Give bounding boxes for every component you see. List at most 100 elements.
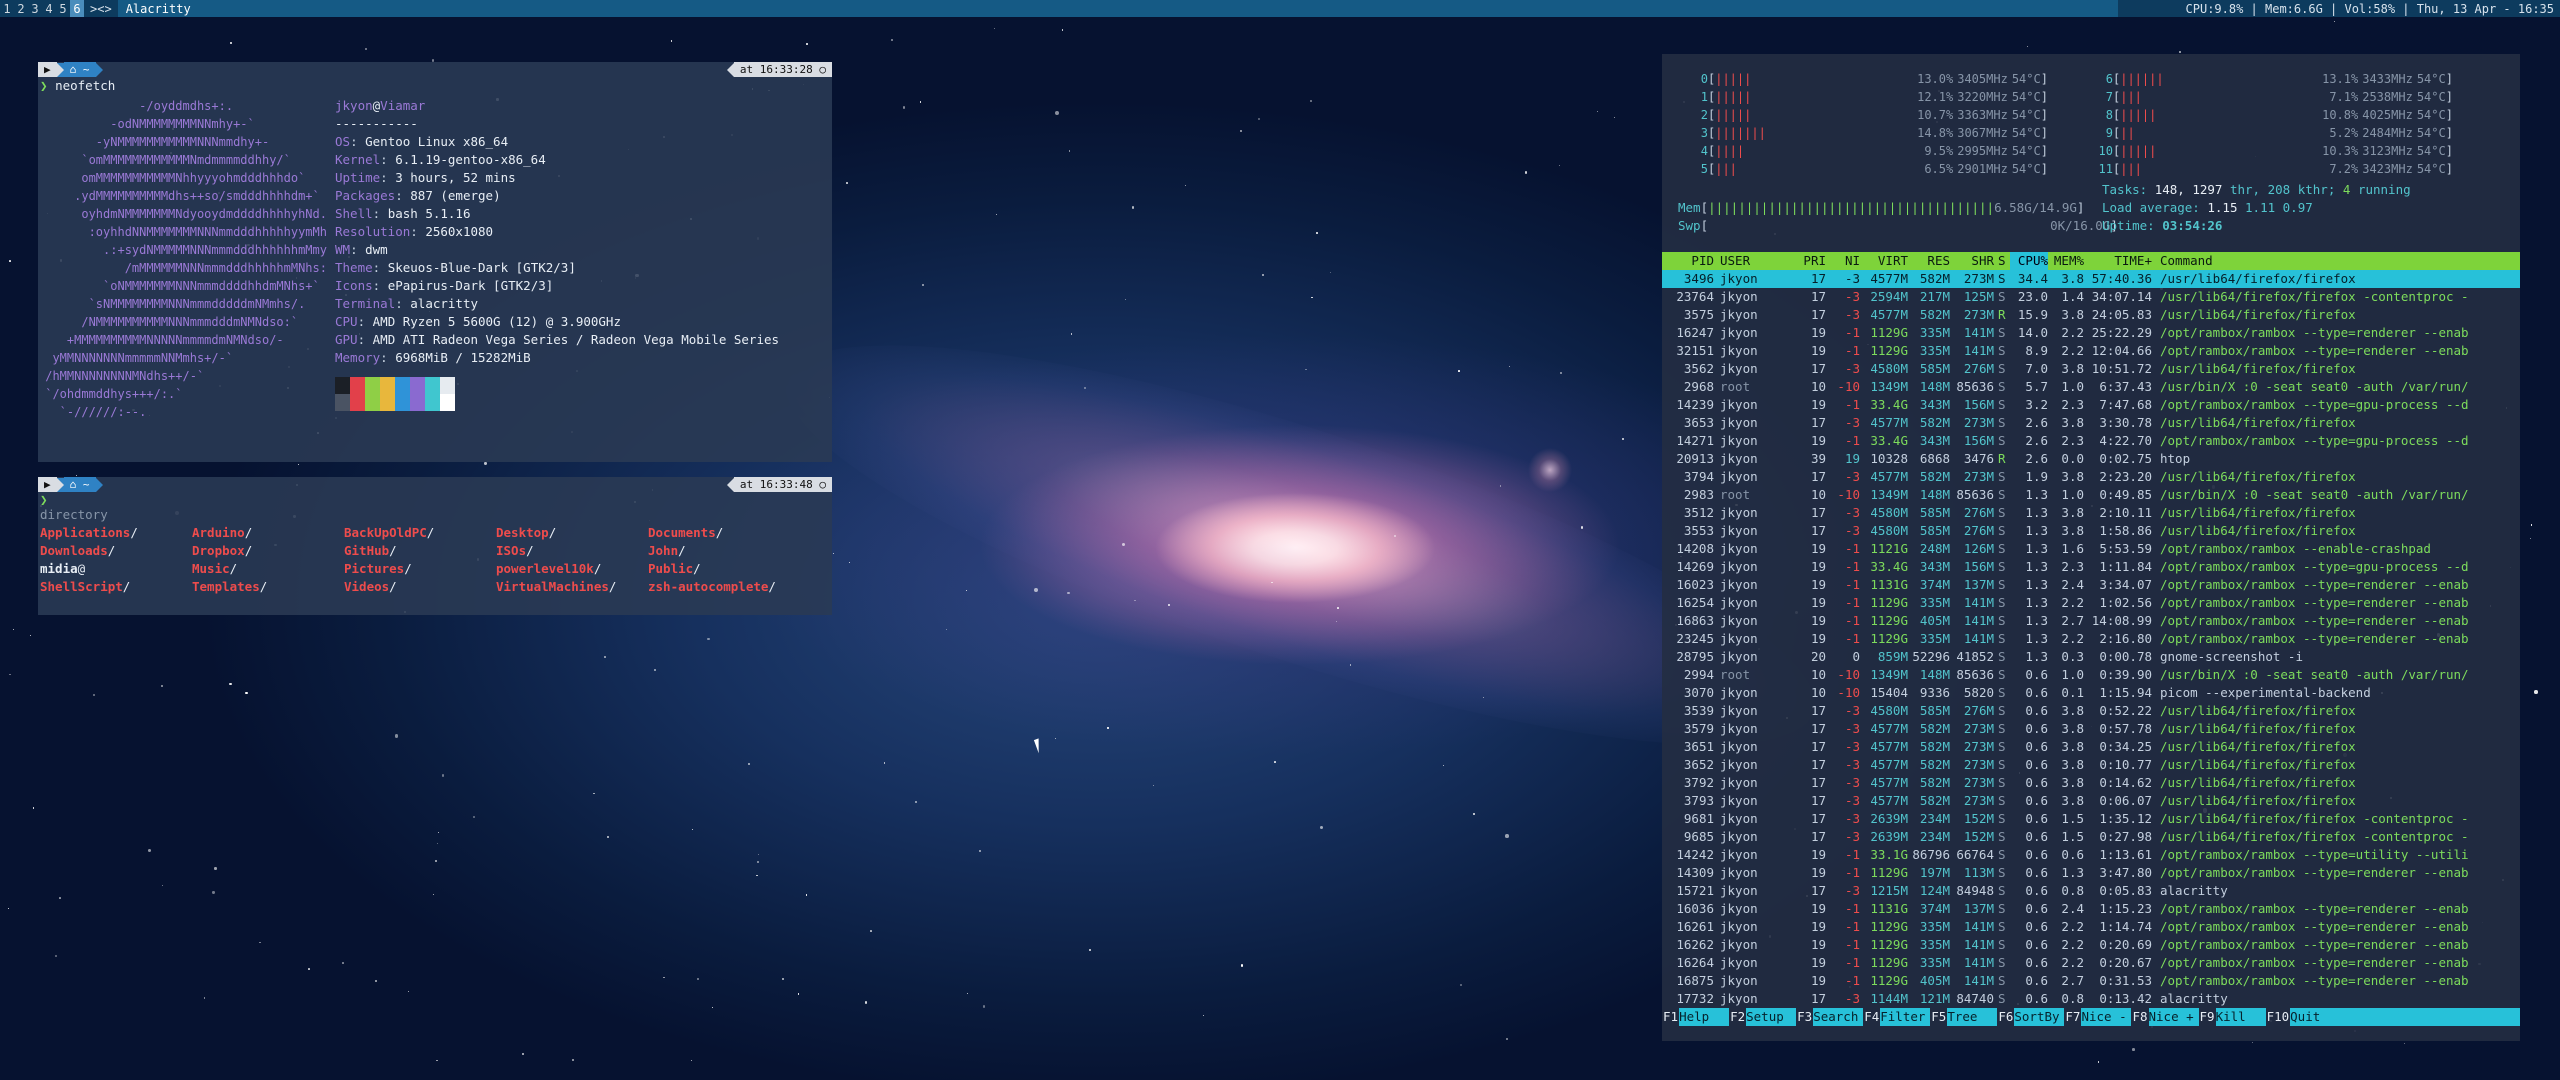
directory-entry[interactable]: ISOs/ [496, 542, 648, 560]
info-key: Packages [335, 188, 396, 203]
process-row[interactable]: 14309 jkyon 19 -1 1129G 197M 113M S 0.6 1.3 3:47.8… [1662, 864, 2520, 882]
process-row[interactable]: 20913 jkyon 39 19 10328 6868 3476 R 2.6 0.0 0:02.7… [1662, 450, 2520, 468]
fkey-action-tree[interactable]: Tree [1947, 1008, 1998, 1026]
process-row[interactable]: 16264 jkyon 19 -1 1129G 335M 141M S 0.6 2.2 0:20.6… [1662, 954, 2520, 972]
directory-entry[interactable]: Applications/ [40, 524, 192, 542]
directory-entry[interactable]: powerlevel10k/ [496, 560, 648, 578]
process-row[interactable]: 2983 root 10 -10 1349M 148M 85636 S 1.3 1.0 0:49.8… [1662, 486, 2520, 504]
info-key: GPU [335, 332, 358, 347]
fkey-action-help[interactable]: Help [1679, 1008, 1730, 1026]
directory-entry[interactable]: Templates/ [192, 578, 344, 596]
process-row[interactable]: 3794 jkyon 17 -3 4577M 582M 273M S 1.9 3.8 2:23.20… [1662, 468, 2520, 486]
workspace-tag-6[interactable]: 6 [70, 0, 84, 17]
column-mem-[interactable]: MEM% [2048, 252, 2084, 270]
column-s[interactable]: S [1998, 252, 2010, 270]
fkey-action-setup[interactable]: Setup [1746, 1008, 1797, 1026]
process-table-header[interactable]: PID USER PRI NI VIRT RES SHR S CPU% MEM% TIME+ Comm… [1662, 252, 2520, 270]
column-cpu-[interactable]: CPU% [2010, 252, 2048, 270]
column-shr[interactable]: SHR [1950, 252, 1994, 270]
process-row[interactable]: 14239 jkyon 19 -1 33.4G 343M 156M S 3.2 2.3 7:47.6… [1662, 396, 2520, 414]
column-pri[interactable]: PRI [1790, 252, 1826, 270]
terminal-neofetch[interactable]: ▶ ⌂ ~ at 16:33:28 ○ ❯ neofetch -/oyddmdh… [38, 62, 832, 462]
layout-indicator[interactable]: ><> [84, 1, 118, 16]
fkey-action-quit[interactable]: Quit [2290, 1008, 2520, 1026]
directory-entry[interactable]: VirtualMachines/ [496, 578, 648, 596]
process-row[interactable]: 16863 jkyon 19 -1 1129G 405M 141M S 1.3 2.7 14:08.… [1662, 612, 2520, 630]
fkey-action-search[interactable]: Search [1813, 1008, 1864, 1026]
column-time-[interactable]: TIME+ [2084, 252, 2152, 270]
process-row[interactable]: 16023 jkyon 19 -1 1131G 374M 137M S 1.3 2.4 3:34.0… [1662, 576, 2520, 594]
directory-entry[interactable]: midia@ [40, 560, 192, 578]
workspace-tag-1[interactable]: 1 [0, 0, 14, 17]
column-ni[interactable]: NI [1826, 252, 1860, 270]
process-row[interactable]: 3553 jkyon 17 -3 4580M 585M 276M S 1.3 3.8 1:58.86… [1662, 522, 2520, 540]
directory-entry[interactable]: Public/ [648, 560, 808, 578]
directory-entry[interactable]: BackUpOldPC/ [344, 524, 496, 542]
process-row[interactable]: 23764 jkyon 17 -3 2594M 217M 125M S 23.0 1.4 34:07… [1662, 288, 2520, 306]
process-row[interactable]: 9685 jkyon 17 -3 2639M 234M 152M S 0.6 1.5 0:27.98… [1662, 828, 2520, 846]
process-row[interactable]: 14269 jkyon 19 -1 33.4G 343M 156M S 1.3 2.3 1:11.8… [1662, 558, 2520, 576]
process-row[interactable]: 3793 jkyon 17 -3 4577M 582M 273M S 0.6 3.8 0:06.07… [1662, 792, 2520, 810]
workspace-tag-2[interactable]: 2 [14, 0, 28, 17]
directory-entry[interactable]: Dropbox/ [192, 542, 344, 560]
fkey-action-nice[interactable]: Nice + [2148, 1008, 2199, 1026]
process-row[interactable]: 9681 jkyon 17 -3 2639M 234M 152M S 0.6 1.5 1:35.12… [1662, 810, 2520, 828]
terminal-directory[interactable]: ▶ ⌂ ~ at 16:33:48 ○ ❯ directory Applicat… [38, 477, 832, 615]
htop-window[interactable]: 0[||||| 13.0% 3405MHz 54°C] 1[||||| 12.1% 3220… [1662, 54, 2520, 1041]
process-row[interactable]: 14208 jkyon 19 -1 1121G 248M 126M S 1.3 1.6 5:53.5… [1662, 540, 2520, 558]
process-row[interactable]: 3512 jkyon 17 -3 4580M 585M 276M S 1.3 3.8 2:10.11… [1662, 504, 2520, 522]
directory-entry[interactable]: ShellScript/ [40, 578, 192, 596]
neofetch-info-row: Uptime: 3 hours, 52 mins [335, 170, 516, 185]
process-row[interactable]: 3792 jkyon 17 -3 4577M 582M 273M S 0.6 3.8 0:14.62… [1662, 774, 2520, 792]
directory-entry[interactable]: Music/ [192, 560, 344, 578]
column-virt[interactable]: VIRT [1860, 252, 1908, 270]
column-command[interactable]: Command [2160, 252, 2520, 270]
process-row[interactable]: 2994 root 10 -10 1349M 148M 85636 S 0.6 1.0 0:39.9… [1662, 666, 2520, 684]
process-row[interactable]: 28795 jkyon 20 0 859M 52296 41852 S 1.3 0.3 0:00.7… [1662, 648, 2520, 666]
process-row[interactable]: 3496 jkyon 17 -3 4577M 582M 273M S 34.4 3.8 57:40.… [1662, 270, 2520, 288]
fkey-action-kill[interactable]: Kill [2215, 1008, 2266, 1026]
workspace-tag-5[interactable]: 5 [56, 0, 70, 17]
process-row[interactable]: 16875 jkyon 19 -1 1129G 405M 141M S 0.6 2.7 0:31.5… [1662, 972, 2520, 990]
column-user[interactable]: USER [1720, 252, 1790, 270]
directory-entry[interactable]: Downloads/ [40, 542, 192, 560]
directory-entry[interactable]: Pictures/ [344, 560, 496, 578]
process-row[interactable]: 14271 jkyon 19 -1 33.4G 343M 156M S 2.6 2.3 4:22.7… [1662, 432, 2520, 450]
process-row[interactable]: 3653 jkyon 17 -3 4577M 582M 273M S 2.6 3.8 3:30.78… [1662, 414, 2520, 432]
process-row[interactable]: 3651 jkyon 17 -3 4577M 582M 273M S 0.6 3.8 0:34.25… [1662, 738, 2520, 756]
cell-pri: 19 [1810, 613, 1826, 628]
directory-entry[interactable]: GitHub/ [344, 542, 496, 560]
process-row[interactable]: 3070 jkyon 10 -10 15404 9336 5820 S 0.6 0.1 1:15.9… [1662, 684, 2520, 702]
column-res[interactable]: RES [1908, 252, 1950, 270]
process-row[interactable]: 3539 jkyon 17 -3 4580M 585M 276M S 0.6 3.8 0:52.22… [1662, 702, 2520, 720]
directory-entry[interactable]: Desktop/ [496, 524, 648, 542]
process-row[interactable]: 17732 jkyon 17 -3 1144M 121M 84740 S 0.6 0.8 0:13.… [1662, 990, 2520, 1008]
process-row[interactable]: 32151 jkyon 19 -1 1129G 335M 141M S 8.9 2.2 12:04.… [1662, 342, 2520, 360]
process-row[interactable]: 3579 jkyon 17 -3 4577M 582M 273M S 0.6 3.8 0:57.78… [1662, 720, 2520, 738]
directory-entry[interactable]: Documents/ [648, 524, 808, 542]
fkey-action-nice[interactable]: Nice - [2081, 1008, 2132, 1026]
process-row[interactable]: 16262 jkyon 19 -1 1129G 335M 141M S 0.6 2.2 0:20.6… [1662, 936, 2520, 954]
workspace-tag-4[interactable]: 4 [42, 0, 56, 17]
workspace-tag-3[interactable]: 3 [28, 0, 42, 17]
process-table[interactable]: 3496 jkyon 17 -3 4577M 582M 273M S 34.4 3.8 57:40.… [1662, 270, 2520, 1008]
process-row[interactable]: 16036 jkyon 19 -1 1131G 374M 137M S 0.6 2.4 1:15.2… [1662, 900, 2520, 918]
process-row[interactable]: 3652 jkyon 17 -3 4577M 582M 273M S 0.6 3.8 0:10.77… [1662, 756, 2520, 774]
process-row[interactable]: 3575 jkyon 17 -3 4577M 582M 273M R 15.9 3.8 24:05.… [1662, 306, 2520, 324]
directory-entry[interactable]: Videos/ [344, 578, 496, 596]
process-row[interactable]: 14242 jkyon 19 -1 33.1G 86796 66764 S 0.6 0.6 1:13… [1662, 846, 2520, 864]
directory-entry[interactable]: John/ [648, 542, 808, 560]
fkey-action-filter[interactable]: Filter [1880, 1008, 1931, 1026]
process-row[interactable]: 16254 jkyon 19 -1 1129G 335M 141M S 1.3 2.2 1:02.5… [1662, 594, 2520, 612]
process-row[interactable]: 3562 jkyon 17 -3 4580M 585M 276M S 7.0 3.8 10:51.7… [1662, 360, 2520, 378]
process-row[interactable]: 23245 jkyon 19 -1 1129G 335M 141M S 1.3 2.2 2:16.8… [1662, 630, 2520, 648]
process-row[interactable]: 16247 jkyon 19 -1 1129G 335M 141M S 14.0 2.2 25:22… [1662, 324, 2520, 342]
directory-entry[interactable]: Arduino/ [192, 524, 344, 542]
fkey-action-sortby[interactable]: SortBy [2014, 1008, 2065, 1026]
directory-entry[interactable]: zsh-autocomplete/ [648, 578, 808, 596]
process-row[interactable]: 15721 jkyon 17 -3 1215M 124M 84948 S 0.6 0.8 0:05.… [1662, 882, 2520, 900]
cell-ni: -10 [1837, 487, 1860, 502]
column-pid[interactable]: PID [1662, 252, 1714, 270]
process-row[interactable]: 16261 jkyon 19 -1 1129G 335M 141M S 0.6 2.2 1:14.7… [1662, 918, 2520, 936]
process-row[interactable]: 2968 root 10 -10 1349M 148M 85636 S 5.7 1.0 6:37.4… [1662, 378, 2520, 396]
